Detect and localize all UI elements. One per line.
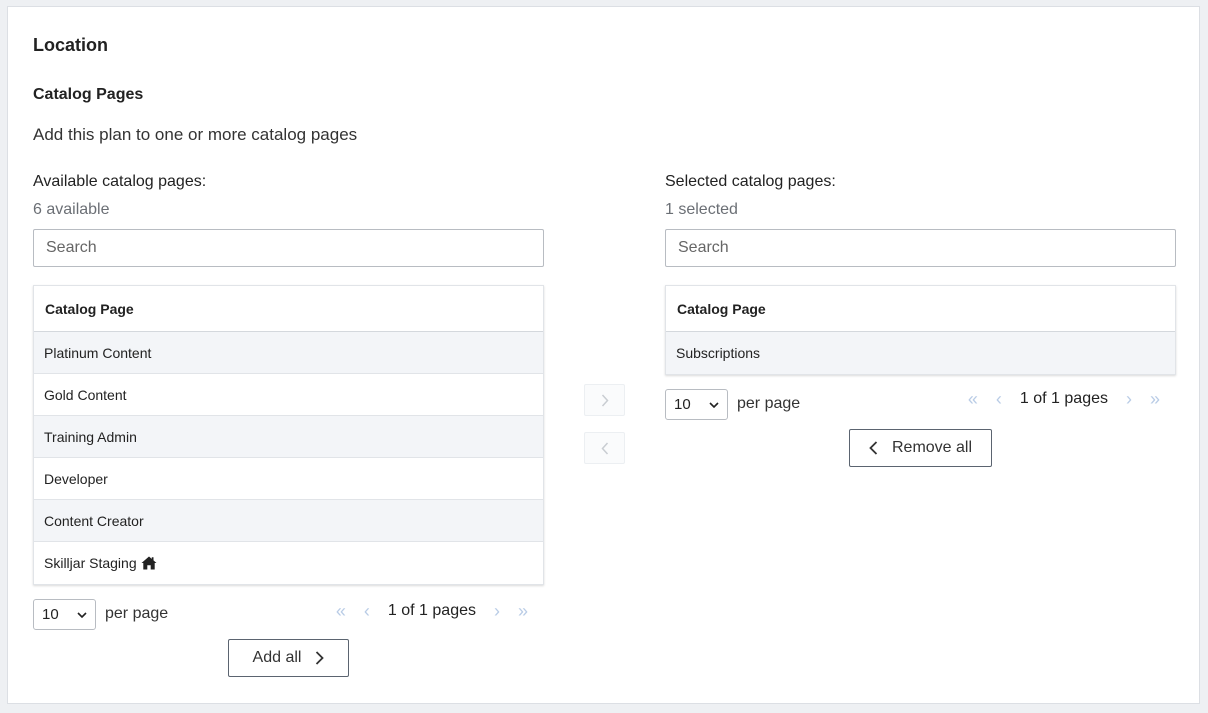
next-page-icon[interactable]: › [1121, 389, 1137, 409]
row-label: Content Creator [44, 512, 144, 529]
selected-count: 1 selected [665, 201, 738, 218]
selected-column-header[interactable]: Catalog Page [666, 286, 1175, 332]
per-page-label: per page [737, 395, 801, 412]
row-label: Training Admin [44, 428, 137, 445]
available-count: 6 available [33, 201, 110, 218]
selected-table: Catalog Page Subscriptions [665, 285, 1176, 375]
row-label: Gold Content [44, 386, 127, 403]
table-row[interactable]: Platinum Content [34, 332, 543, 374]
section-description: Add this plan to one or more catalog pag… [33, 125, 358, 144]
chevron-left-icon [600, 441, 608, 455]
per-page-value: 10 [42, 606, 59, 623]
next-page-icon[interactable]: › [489, 601, 505, 621]
chevron-down-icon [77, 611, 87, 618]
available-panel: Available catalog pages: 6 available Cat… [33, 173, 544, 679]
row-label: Subscriptions [676, 345, 761, 361]
table-row[interactable]: Subscriptions [666, 332, 1175, 374]
selected-search-input[interactable] [665, 229, 1176, 267]
available-column-header[interactable]: Catalog Page [34, 286, 543, 332]
selected-pagination: 10 per page « ‹ 1 of 1 pages › » [665, 389, 1176, 421]
per-page-label: per page [105, 605, 169, 622]
chevron-right-icon [601, 393, 609, 407]
add-all-label: Add all [252, 649, 302, 666]
selected-per-page-select[interactable]: 10 [665, 389, 728, 420]
catalog-pages-heading: Catalog Pages [33, 86, 144, 103]
move-right-button[interactable] [584, 384, 625, 416]
page-nav: « ‹ 1 of 1 pages › » [328, 601, 536, 621]
table-row[interactable]: Developer [34, 458, 543, 500]
home-icon [141, 556, 157, 570]
chevron-right-icon [316, 651, 325, 665]
per-page-value: 10 [674, 396, 691, 413]
first-page-icon[interactable]: « [333, 601, 349, 621]
add-all-button[interactable]: Add all [228, 639, 349, 677]
available-title: Available catalog pages: [33, 173, 207, 190]
remove-all-label: Remove all [891, 439, 973, 456]
first-page-icon[interactable]: « [965, 389, 981, 409]
available-search-input[interactable] [33, 229, 544, 267]
chevron-down-icon [709, 401, 719, 408]
table-row[interactable]: Content Creator [34, 500, 543, 542]
remove-all-button[interactable]: Remove all [849, 429, 992, 467]
page-nav: « ‹ 1 of 1 pages › » [960, 389, 1168, 409]
page-indicator: 1 of 1 pages [387, 602, 476, 619]
selected-title: Selected catalog pages: [665, 173, 836, 190]
prev-page-icon[interactable]: ‹ [991, 389, 1007, 409]
row-label: Platinum Content [44, 344, 152, 361]
table-row[interactable]: Gold Content [34, 374, 543, 416]
section-title: Location [33, 35, 108, 55]
row-label: Skilljar Staging [44, 555, 137, 571]
page-indicator: 1 of 1 pages [1019, 390, 1108, 407]
chevron-left-icon [869, 441, 878, 455]
last-page-icon[interactable]: » [515, 601, 531, 621]
available-per-page-select[interactable]: 10 [33, 599, 96, 630]
available-pagination: 10 per page « ‹ 1 of 1 pages › » [33, 599, 544, 631]
last-page-icon[interactable]: » [1147, 389, 1163, 409]
prev-page-icon[interactable]: ‹ [359, 601, 375, 621]
table-row[interactable]: Training Admin [34, 416, 543, 458]
selected-panel: Selected catalog pages: 1 selected Catal… [665, 173, 1176, 469]
table-row[interactable]: Skilljar Staging [34, 542, 543, 584]
available-table: Catalog Page Platinum Content Gold Conte… [33, 285, 544, 585]
move-left-button[interactable] [584, 432, 625, 464]
row-label: Developer [44, 470, 108, 487]
location-card: Location Catalog Pages Add this plan to … [7, 6, 1200, 704]
